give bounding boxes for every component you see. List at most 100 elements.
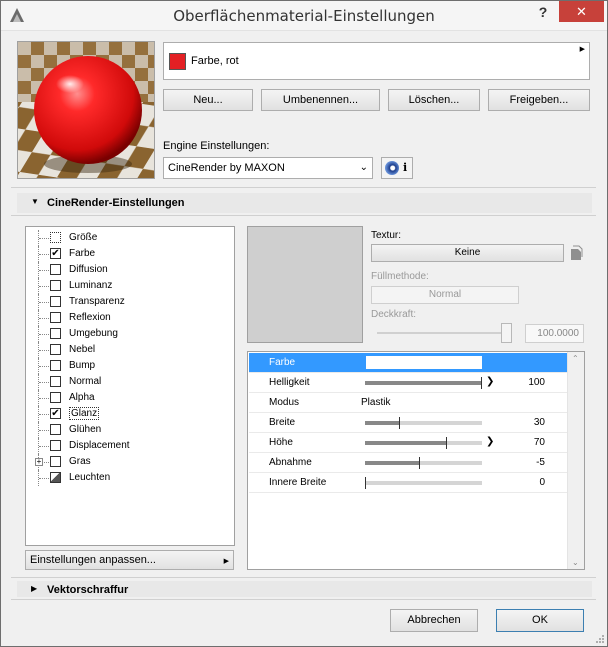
- channel-item[interactable]: Größe: [26, 230, 226, 246]
- rename-button[interactable]: Umbenennen...: [261, 89, 380, 111]
- channel-label: Farbe: [69, 248, 96, 259]
- property-slider-track[interactable]: [365, 417, 482, 429]
- opacity-slider-thumb[interactable]: [501, 323, 512, 343]
- channel-checkbox[interactable]: [50, 344, 61, 355]
- property-name: Abnahme: [269, 457, 312, 468]
- channel-checkbox[interactable]: [50, 248, 61, 259]
- help-button[interactable]: ?: [529, 1, 557, 23]
- customize-settings-button[interactable]: Einstellungen anpassen... ▶: [25, 550, 234, 570]
- channel-checkbox[interactable]: [50, 440, 61, 451]
- property-row[interactable]: Helligkeit ❯ 100: [249, 373, 567, 393]
- property-slider-fill: [365, 421, 401, 425]
- channel-checkbox[interactable]: [50, 264, 61, 275]
- share-button[interactable]: Freigeben...: [488, 89, 590, 111]
- channel-checkbox[interactable]: [50, 296, 61, 307]
- expand-icon[interactable]: +: [35, 458, 43, 466]
- delete-button[interactable]: Löschen...: [388, 89, 480, 111]
- channel-item[interactable]: Transparenz: [26, 294, 226, 310]
- cancel-button[interactable]: Abbrechen: [390, 609, 478, 632]
- channel-item[interactable]: Glanz: [26, 406, 226, 422]
- channel-checkbox[interactable]: [50, 312, 61, 323]
- property-slider-knob[interactable]: [481, 377, 482, 389]
- property-slider-knob[interactable]: [445, 437, 447, 449]
- property-value[interactable]: 70: [534, 437, 545, 448]
- property-slider-fill: [365, 461, 420, 465]
- close-button[interactable]: ✕: [559, 1, 604, 22]
- channel-item[interactable]: Glühen: [26, 422, 226, 438]
- channel-item[interactable]: Normal: [26, 374, 226, 390]
- engine-select[interactable]: CineRender by MAXON ⌄: [163, 157, 373, 179]
- property-slider-track[interactable]: [365, 457, 482, 469]
- channel-item[interactable]: Bump: [26, 358, 226, 374]
- channel-label: Glanz: [69, 407, 100, 420]
- property-row[interactable]: Höhe ❯ 70: [249, 433, 567, 453]
- new-button[interactable]: Neu...: [163, 89, 253, 111]
- channel-checkbox[interactable]: [50, 392, 61, 403]
- channel-checkbox[interactable]: [50, 232, 61, 243]
- property-name: Modus: [269, 397, 300, 408]
- resize-grip-icon[interactable]: [593, 633, 605, 645]
- vertical-scrollbar[interactable]: ⌃ ⌄: [567, 352, 584, 569]
- property-slider-knob[interactable]: [399, 417, 401, 429]
- ok-button[interactable]: OK: [496, 609, 584, 632]
- channel-item[interactable]: Alpha: [26, 390, 226, 406]
- opacity-slider-track[interactable]: [377, 332, 511, 334]
- property-name: Farbe: [269, 357, 296, 368]
- material-selector[interactable]: Farbe, rot ▶: [163, 42, 590, 80]
- channel-item[interactable]: Diffusion: [26, 262, 226, 278]
- engine-info-button[interactable]: i: [381, 157, 413, 179]
- property-slider-track[interactable]: [365, 377, 482, 389]
- channel-checkbox[interactable]: [50, 328, 61, 339]
- channel-checkbox[interactable]: [50, 376, 61, 387]
- channel-item[interactable]: Reflexion: [26, 310, 226, 326]
- chevron-down-icon[interactable]: ⌄: [572, 558, 579, 567]
- title-bar: Oberflächenmaterial-Einstellungen ? ✕: [1, 1, 607, 31]
- fill-method-select[interactable]: Normal: [371, 286, 519, 304]
- property-value[interactable]: 100: [528, 377, 545, 388]
- tree-connector: [38, 422, 49, 438]
- channel-item[interactable]: Farbe: [26, 246, 226, 262]
- section-vektor-label: Vektorschraffur: [47, 584, 129, 596]
- color-value-swatch[interactable]: [366, 356, 482, 369]
- chevron-up-icon[interactable]: ⌃: [572, 354, 579, 363]
- property-value[interactable]: -5: [536, 457, 545, 468]
- channel-label: Diffusion: [69, 264, 108, 275]
- channel-tree: Größe Farbe Diffusion Luminanz Transparenz Re…: [25, 226, 235, 546]
- property-row[interactable]: Breite 30: [249, 413, 567, 433]
- property-row[interactable]: Innere Breite 0: [249, 473, 567, 493]
- channel-item[interactable]: Umgebung: [26, 326, 226, 342]
- opacity-value[interactable]: 100.0000: [525, 324, 584, 343]
- material-preview: [17, 41, 155, 179]
- channel-checkbox[interactable]: [50, 456, 61, 467]
- property-value[interactable]: 0: [539, 477, 545, 488]
- property-slider-knob[interactable]: [365, 477, 366, 489]
- channel-checkbox[interactable]: [50, 360, 61, 371]
- channel-checkbox[interactable]: [50, 472, 61, 483]
- channel-item[interactable]: Luminanz: [26, 278, 226, 294]
- channel-checkbox[interactable]: [50, 424, 61, 435]
- channel-checkbox[interactable]: [50, 280, 61, 291]
- property-row[interactable]: Abnahme -5: [249, 453, 567, 473]
- texture-button[interactable]: Keine: [371, 244, 564, 262]
- property-row[interactable]: Farbe: [249, 353, 567, 373]
- channel-item[interactable]: Leuchten: [26, 470, 226, 486]
- channel-label: Transparenz: [69, 296, 125, 307]
- property-slider-track[interactable]: [365, 437, 482, 449]
- property-slider-track[interactable]: [365, 477, 482, 489]
- channel-item[interactable]: Nebel: [26, 342, 226, 358]
- section-cinerender-header[interactable]: ▼ CineRender-Einstellungen: [17, 193, 592, 213]
- property-value[interactable]: 30: [534, 417, 545, 428]
- channel-item[interactable]: Displacement: [26, 438, 226, 454]
- channel-label: Normal: [69, 376, 102, 387]
- section-vektor-header[interactable]: ▶ Vektorschraffur: [17, 581, 592, 597]
- tree-connector: [38, 406, 49, 422]
- property-slider-knob[interactable]: [418, 457, 420, 469]
- channel-item[interactable]: + Gras: [26, 454, 226, 470]
- property-name: Höhe: [269, 437, 293, 448]
- file-icon[interactable]: [569, 245, 583, 261]
- property-text-value[interactable]: Plastik: [361, 397, 390, 408]
- property-row[interactable]: Modus Plastik: [249, 393, 567, 413]
- window-title: Oberflächenmaterial-Einstellungen: [173, 7, 435, 25]
- channel-checkbox[interactable]: [50, 408, 61, 419]
- tree-connector: [38, 294, 49, 310]
